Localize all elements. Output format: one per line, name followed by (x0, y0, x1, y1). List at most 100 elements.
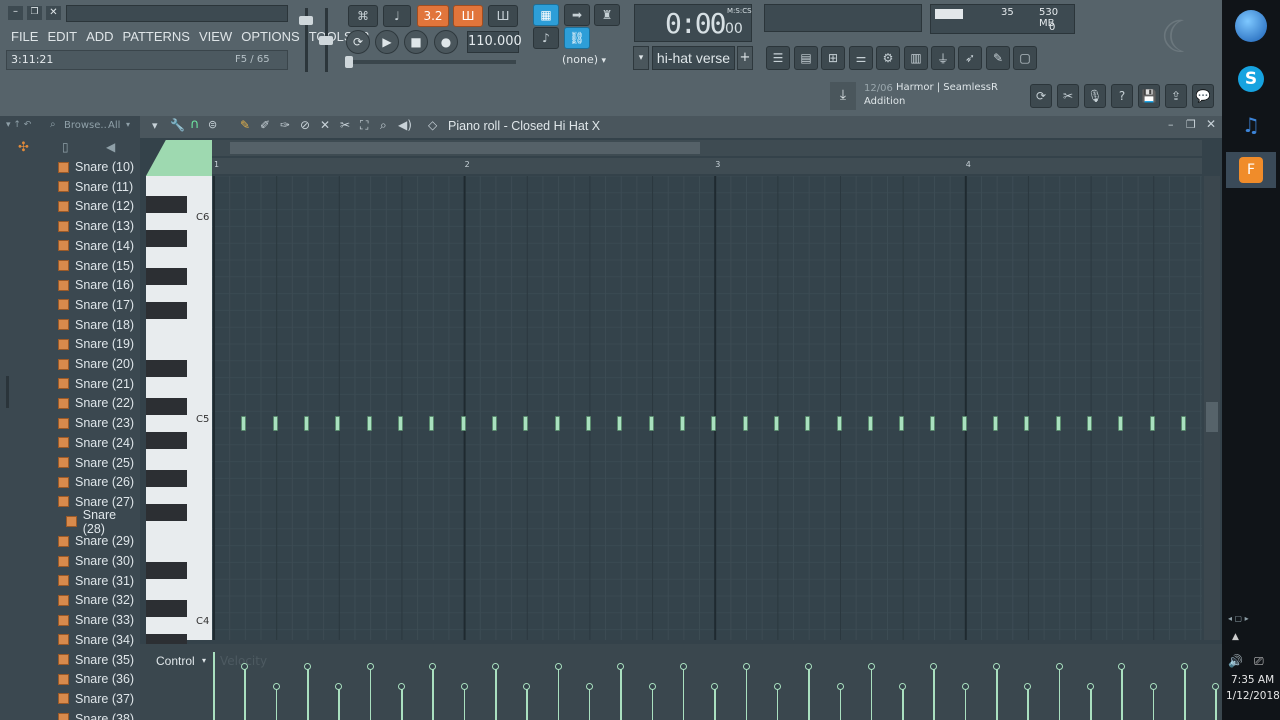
download-icon[interactable]: ⤓ (830, 82, 856, 110)
velocity-handle[interactable] (648, 683, 656, 690)
blend-notes-icon[interactable]: Ш (488, 5, 518, 27)
velocity-handle[interactable] (836, 683, 844, 690)
black-key[interactable] (146, 562, 187, 579)
velocity-handle[interactable] (805, 663, 813, 670)
velocity-bar[interactable] (463, 686, 466, 720)
pattern-dropdown-icon[interactable]: ▾ (633, 46, 649, 70)
export-icon[interactable]: ⇪ (1165, 84, 1187, 108)
browser-filter[interactable]: All (108, 120, 120, 131)
vertical-scrollbar[interactable] (1204, 176, 1220, 640)
velocity-lane[interactable] (212, 644, 1220, 720)
velocity-handle[interactable] (617, 663, 625, 670)
note[interactable] (805, 416, 811, 431)
tempo-display[interactable]: 110.000 (467, 31, 522, 53)
menu-icon[interactable]: ⊜ (208, 118, 217, 131)
horizontal-scrollbar[interactable] (212, 140, 1202, 156)
velocity-bar[interactable] (588, 686, 591, 720)
browser-item[interactable]: Snare (18) (58, 316, 134, 334)
clock-date[interactable]: 1/12/2018 (1226, 690, 1280, 702)
close-icon[interactable]: ✕ (46, 6, 61, 20)
black-key[interactable] (146, 432, 187, 449)
step-edit-icon[interactable]: Ш (453, 5, 483, 27)
velocity-handle[interactable] (585, 683, 593, 690)
browser-item[interactable]: Snare (15) (58, 257, 134, 275)
news-title[interactable]: Harmor | SeamlessR (896, 82, 998, 93)
velocity-bar[interactable] (244, 666, 246, 720)
note[interactable] (335, 416, 341, 431)
mute-icon[interactable]: ✕ (320, 118, 330, 132)
browser-item[interactable]: Snare (33) (58, 611, 134, 629)
velocity-bar[interactable] (870, 666, 873, 720)
note[interactable] (961, 416, 967, 431)
velocity-handle[interactable] (1181, 663, 1189, 670)
velocity-bar[interactable] (1152, 686, 1155, 720)
velocity-bar[interactable] (400, 686, 403, 720)
velocity-handle[interactable] (1118, 663, 1126, 670)
piano-roll-menu-icon[interactable]: ▾ (152, 119, 158, 132)
browser-item[interactable]: Snare (34) (58, 631, 134, 649)
refresh-icon[interactable]: ⟳ (1030, 84, 1052, 108)
minimize-icon[interactable]: – (1168, 118, 1174, 131)
playback-icon[interactable]: ◀) (398, 118, 412, 132)
minimize-icon[interactable]: – (8, 6, 23, 20)
note[interactable] (773, 416, 779, 431)
note[interactable] (836, 416, 842, 431)
velocity-handle[interactable] (993, 663, 1001, 670)
song-position-slider[interactable] (346, 60, 516, 64)
pattern-selector[interactable]: hi-hat verse (652, 46, 735, 70)
skype-icon[interactable]: S (1238, 66, 1264, 92)
velocity-bar[interactable] (933, 666, 936, 720)
note[interactable] (1118, 416, 1124, 431)
browser-label[interactable]: Browse.. (64, 120, 107, 131)
zoom-icon[interactable]: ⌕ (380, 118, 387, 133)
black-key[interactable] (146, 230, 187, 247)
record-icon[interactable]: ● (434, 30, 458, 54)
black-key[interactable] (146, 302, 187, 319)
tool-icon[interactable]: 🔧 (170, 118, 185, 132)
menu-patterns[interactable]: PATTERNS (123, 29, 190, 44)
velocity-handle[interactable] (773, 683, 781, 690)
black-key[interactable] (146, 470, 187, 487)
cable-icon[interactable]: ➶ (958, 46, 982, 70)
velocity-bar[interactable] (338, 686, 340, 720)
menu-options[interactable]: OPTIONS (241, 29, 300, 44)
browser-item[interactable]: Snare (24) (58, 434, 134, 452)
velocity-bar[interactable] (369, 666, 372, 720)
step-icon[interactable]: ♪ (533, 27, 559, 49)
velocity-handle[interactable] (1024, 683, 1032, 690)
note[interactable] (241, 416, 247, 431)
chevron-down-icon[interactable]: ▾ (126, 120, 130, 129)
star-icon[interactable]: ✣ (18, 140, 29, 155)
note[interactable] (993, 416, 999, 431)
note-grid[interactable] (212, 176, 1218, 640)
microphone-icon[interactable]: 🎙 (1084, 84, 1106, 108)
browser-item[interactable]: Snare (17) (58, 296, 134, 314)
velocity-handle[interactable] (491, 663, 499, 670)
note[interactable] (899, 416, 905, 431)
velocity-bar[interactable] (1215, 686, 1217, 720)
channel-rack-icon[interactable]: ⊞ (821, 46, 845, 70)
velocity-handle[interactable] (460, 683, 468, 690)
note[interactable] (303, 416, 309, 431)
velocity-bar[interactable] (651, 686, 654, 720)
velocity-handle[interactable] (272, 683, 280, 690)
velocity-bar[interactable] (306, 666, 309, 720)
master-pitch-handle[interactable] (319, 36, 333, 45)
browser-item[interactable]: Snare (29) (58, 532, 134, 550)
browser-item[interactable]: Snare (10) (58, 158, 134, 176)
velocity-bar[interactable] (1090, 686, 1092, 720)
browser-item[interactable]: Snare (13) (58, 217, 134, 235)
paint-brush-icon[interactable]: ✑ (280, 118, 290, 132)
velocity-bar[interactable] (432, 666, 434, 720)
pattern-mode-button[interactable]: 3.2 (417, 5, 449, 27)
velocity-handle[interactable] (523, 683, 531, 690)
tray-arrow-icon[interactable]: ▲ (1232, 632, 1239, 642)
vertical-scrollbar-thumb[interactable] (1206, 402, 1218, 432)
chat-icon[interactable]: 💬 (1192, 84, 1214, 108)
browser-item[interactable]: Snare (16) (58, 276, 134, 294)
velocity-bar[interactable] (964, 686, 967, 720)
velocity-bar[interactable] (1121, 666, 1124, 720)
tools-icon[interactable]: ✂ (1057, 84, 1079, 108)
velocity-handle[interactable] (429, 663, 437, 670)
wait-for-input-icon[interactable]: ▦ (533, 4, 559, 26)
